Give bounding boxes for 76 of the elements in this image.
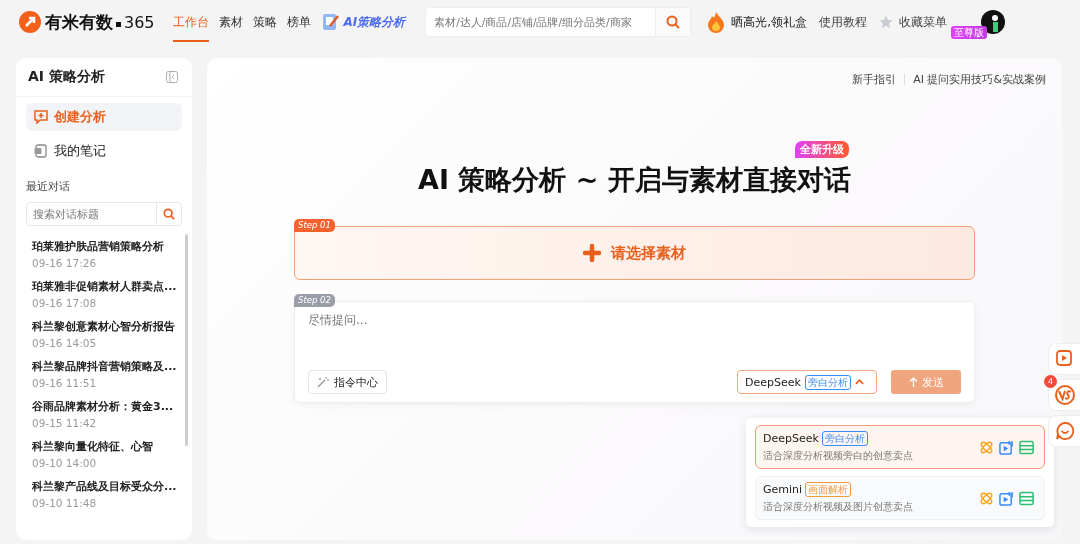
ai-analysis-link[interactable]: AI策略分析 bbox=[343, 13, 406, 31]
sidebar-title: AI 策略分析 bbox=[28, 68, 105, 86]
video-icon bbox=[999, 490, 1014, 506]
command-center-button[interactable]: 指令中心 bbox=[308, 370, 387, 394]
model-select[interactable]: DeepSeek 旁白分析 bbox=[737, 370, 877, 394]
conversation-title[interactable]: 科兰黎品牌抖音营销策略及... bbox=[32, 358, 182, 375]
caret-icon bbox=[854, 378, 864, 386]
model-tag: 旁白分析 bbox=[804, 374, 851, 390]
add-note-icon bbox=[34, 110, 48, 124]
up-arrow-icon bbox=[908, 377, 918, 387]
help-link[interactable]: 新手指引 bbox=[852, 71, 897, 87]
search-field[interactable]: 搜索对话标题 bbox=[26, 202, 182, 226]
question-field[interactable]: 尽情提问... bbox=[308, 312, 961, 370]
sidebar-menu-item[interactable]: 我的笔记 bbox=[26, 137, 182, 165]
smile-chat-icon bbox=[1055, 422, 1074, 440]
tutorial-link[interactable]: 使用教程 bbox=[819, 13, 868, 31]
model-option[interactable]: Gemini 画面解析 适合深度分析视频及图片创意卖点 bbox=[755, 476, 1045, 520]
model-name: Gemini bbox=[763, 483, 803, 496]
list-icon bbox=[1019, 439, 1034, 455]
search-button[interactable] bbox=[655, 8, 691, 36]
search-icon[interactable] bbox=[163, 208, 175, 220]
atom-icon bbox=[979, 490, 994, 506]
model-description: 适合深度分析视频旁白的创意卖点 bbox=[763, 449, 914, 463]
section-label: 最近对话 bbox=[26, 179, 71, 194]
versus-icon bbox=[1054, 385, 1075, 405]
video-button[interactable] bbox=[1048, 343, 1080, 375]
chat-button[interactable] bbox=[1048, 415, 1080, 447]
conversation-title[interactable]: 科兰黎产品线及目标受众分... bbox=[32, 478, 182, 495]
logo-suffix: 365 bbox=[124, 12, 155, 32]
nav-tab[interactable]: 素材 bbox=[218, 2, 243, 42]
conversation-title[interactable]: 科兰黎向量化特征、心智 bbox=[32, 438, 182, 455]
conversation-time: 09-16 11:51 bbox=[32, 376, 98, 391]
step-tag: Step 02 bbox=[294, 294, 335, 307]
plus-icon bbox=[583, 244, 601, 262]
model-option[interactable]: DeepSeek 旁白分析 适合深度分析视频旁白的创意卖点 bbox=[755, 425, 1045, 469]
conversation-time: 09-10 11:48 bbox=[32, 496, 98, 511]
logo-mark bbox=[116, 22, 121, 27]
star-icon bbox=[879, 15, 894, 29]
video-icon bbox=[999, 439, 1014, 455]
atom-icon bbox=[979, 439, 994, 455]
search-input[interactable]: 素材/达人/商品/店铺/品牌/细分品类/商家 bbox=[426, 8, 656, 36]
flame-icon bbox=[707, 11, 726, 33]
conversation-time: 09-16 17:26 bbox=[32, 256, 98, 271]
help-link[interactable]: AI 提问实用技巧&实战案例 bbox=[913, 71, 1046, 87]
logo-text: 有米有数 bbox=[45, 10, 113, 34]
conversation-title[interactable]: 谷雨品牌素材分析：黄金3... bbox=[32, 398, 182, 415]
conversation-time: 09-15 11:42 bbox=[32, 416, 98, 431]
favorites-link[interactable]: 收藏菜单 bbox=[899, 13, 948, 31]
conversation-time: 09-16 14:05 bbox=[32, 336, 98, 351]
page-title: AI 策略分析 ~ 开启与素材直接对话 bbox=[418, 163, 851, 197]
document-icon bbox=[320, 12, 341, 32]
magic-wand-icon bbox=[317, 376, 329, 388]
scrollbar[interactable] bbox=[185, 234, 188, 446]
model-tag: 旁白分析 bbox=[821, 431, 868, 446]
model-name: DeepSeek bbox=[763, 432, 819, 445]
promo-link[interactable]: 晒高光,领礼盒 bbox=[731, 13, 808, 31]
conversation-time: 09-10 14:00 bbox=[32, 456, 98, 471]
conversation-title[interactable]: 珀莱雅非促销素材人群卖点... bbox=[32, 278, 182, 295]
conversation-time: 09-16 17:08 bbox=[32, 296, 98, 311]
nav-tab[interactable]: 榜单 bbox=[286, 2, 311, 42]
notes-icon bbox=[34, 144, 48, 158]
conversation-title[interactable]: 珀莱雅护肤品营销策略分析 bbox=[32, 238, 182, 255]
model-tag: 画面解析 bbox=[805, 482, 852, 497]
search-icon bbox=[666, 15, 681, 29]
search-field[interactable]: 素材/达人/商品/店铺/品牌/细分品类/商家 bbox=[425, 7, 692, 37]
conversation-title[interactable]: 科兰黎创意素材心智分析报告 bbox=[32, 318, 182, 335]
search-input[interactable]: 搜索对话标题 bbox=[27, 203, 156, 225]
collapse-icon[interactable] bbox=[166, 71, 178, 83]
upgrade-badge: 全新升级 bbox=[794, 141, 849, 158]
play-icon bbox=[1055, 350, 1074, 368]
list-icon bbox=[1019, 490, 1034, 506]
model-description: 适合深度分析视频及图片创意卖点 bbox=[763, 500, 914, 514]
nav-tab[interactable]: 策略 bbox=[252, 2, 277, 42]
step-tag: Step 01 bbox=[294, 219, 335, 232]
vip-badge: 至尊版 bbox=[951, 26, 988, 39]
logo-icon bbox=[18, 10, 42, 34]
